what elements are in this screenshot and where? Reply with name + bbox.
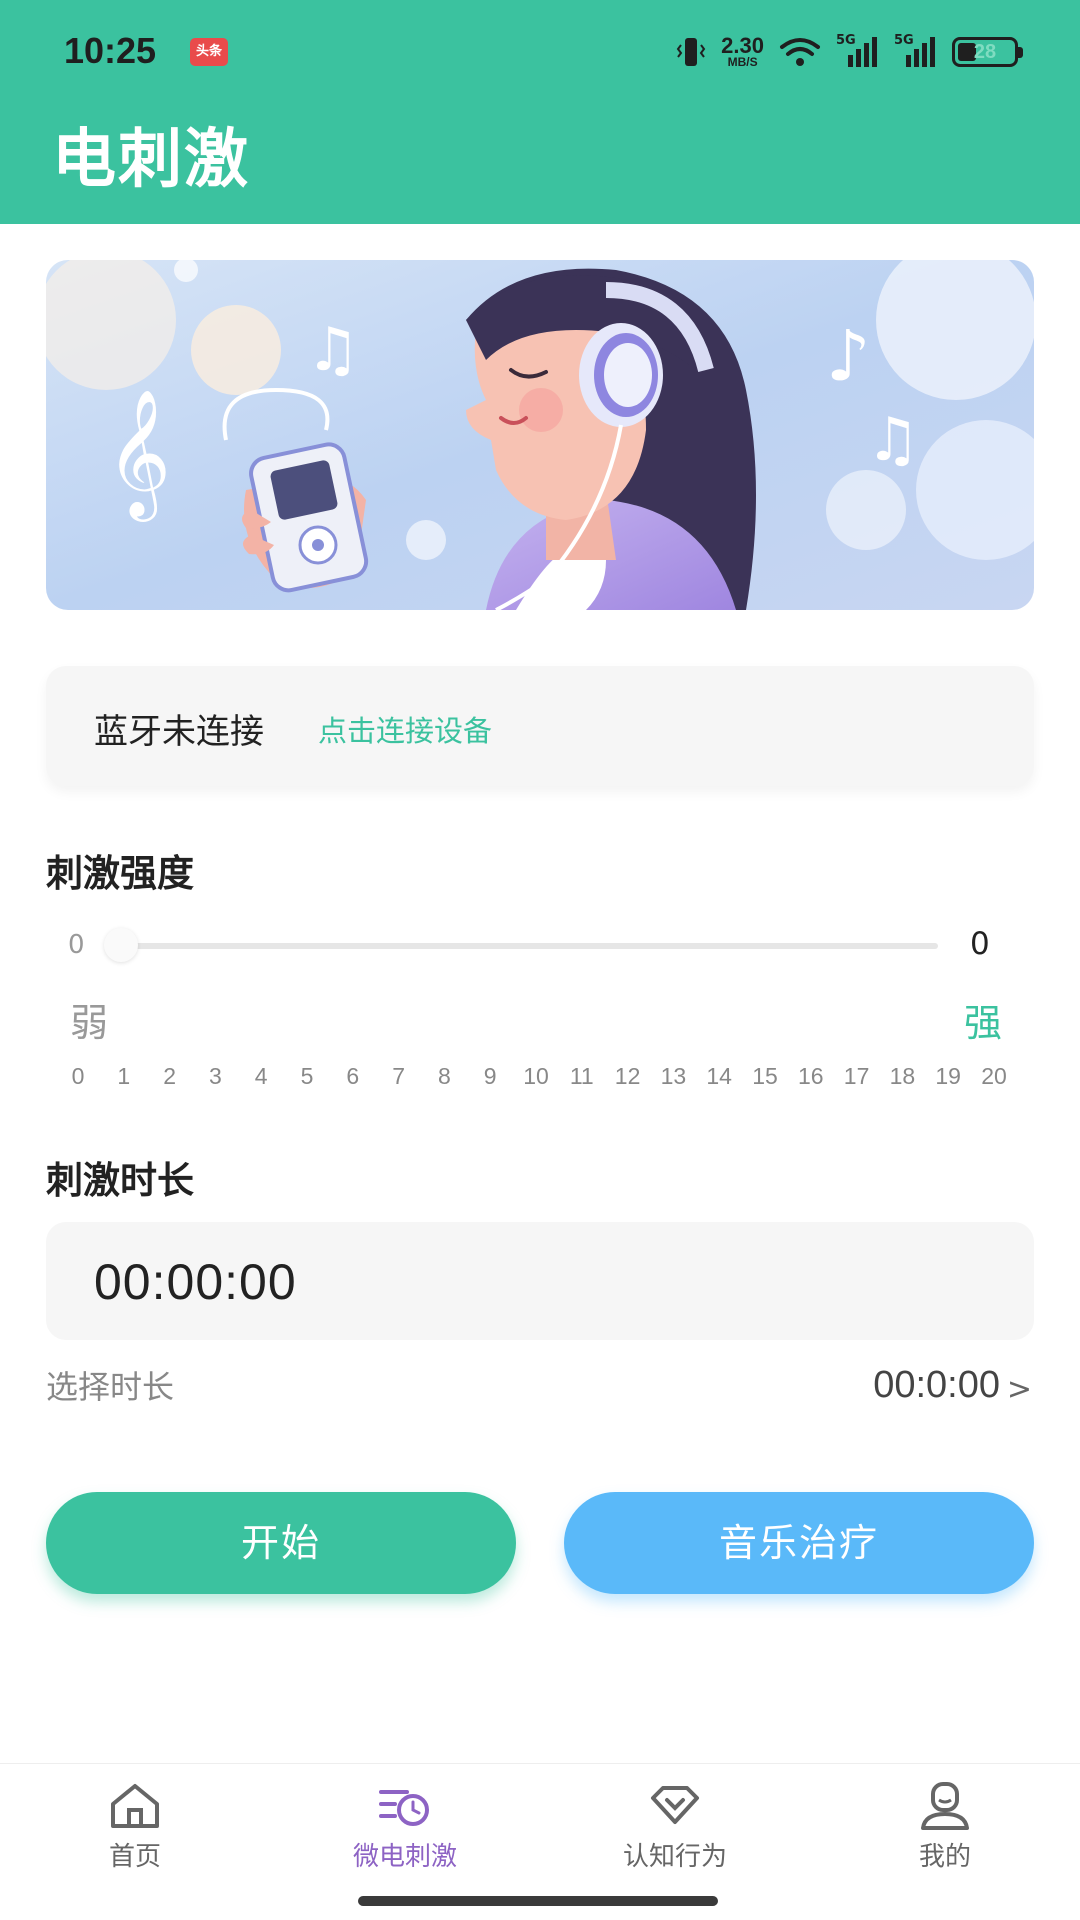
intensity-slider-track[interactable] xyxy=(120,943,938,949)
vibrate-icon xyxy=(676,38,706,66)
scale-tick: 8 xyxy=(437,1063,451,1089)
profile-icon xyxy=(921,1782,969,1830)
scale-tick: 14 xyxy=(706,1063,732,1089)
nav-item-mine[interactable]: 我的 xyxy=(810,1764,1080,1874)
news-app-notification-icon: 头条 xyxy=(190,38,228,66)
nav-item-stimulation[interactable]: 微电刺激 xyxy=(270,1764,540,1874)
nav-label-stimulation: 微电刺激 xyxy=(352,1842,457,1872)
svg-text:♪: ♪ xyxy=(826,315,871,397)
scale-tick: 15 xyxy=(752,1063,778,1089)
scale-tick: 7 xyxy=(392,1063,405,1089)
girl-with-headphones-illustration: ♫ ♪ ♫ 𝄞 xyxy=(46,260,1034,610)
choose-duration-label[interactable]: 选择时长 xyxy=(46,1362,174,1408)
nav-label-home: 首页 xyxy=(108,1842,161,1872)
scale-tick: 20 xyxy=(981,1063,1007,1089)
weak-label: 弱 xyxy=(70,1001,109,1045)
nav-label-cognitive: 认知行为 xyxy=(622,1842,727,1872)
banner-image: ♫ ♪ ♫ 𝄞 xyxy=(46,260,1034,610)
slider-min-label: 0 xyxy=(68,930,85,960)
wifi-icon xyxy=(780,38,820,66)
app-header: 10:25 头条 2.30 MB/S 5G 5G 28 电刺激 xyxy=(0,0,1080,224)
scale-tick: 0 xyxy=(71,1063,85,1089)
scale-tick: 17 xyxy=(843,1063,870,1089)
scale-tick: 13 xyxy=(660,1063,687,1089)
screen: 10:25 头条 2.30 MB/S 5G 5G 28 电刺激 ♫ ♪ ♫ 𝄞 … xyxy=(0,0,1080,1920)
scale-tick: 5 xyxy=(300,1063,314,1089)
scale-tick: 11 xyxy=(569,1063,594,1089)
connect-device-link[interactable]: 点击连接设备 xyxy=(318,708,492,750)
diamond-heart-icon xyxy=(651,1786,699,1824)
network-speed: 2.30 MB/S xyxy=(721,32,764,69)
intensity-current-value: 0 xyxy=(970,926,990,962)
page-title: 电刺激 xyxy=(52,123,250,197)
cellular-signal-1-icon: 5G xyxy=(836,33,880,69)
music-therapy-button[interactable]: 音乐治疗 xyxy=(564,1492,1034,1594)
scale-tick: 4 xyxy=(254,1063,268,1089)
scale-tick: 6 xyxy=(346,1063,360,1089)
start-button[interactable]: 开始 xyxy=(46,1492,516,1594)
chevron-right-icon[interactable]: > xyxy=(1007,1372,1032,1407)
scale-tick: 12 xyxy=(614,1063,641,1089)
nav-label-mine: 我的 xyxy=(918,1842,971,1872)
intensity-slider-thumb[interactable] xyxy=(104,928,138,962)
svg-text:♫: ♫ xyxy=(866,405,920,475)
duration-title: 刺激时长 xyxy=(46,1159,194,1202)
battery-icon: 28 xyxy=(952,37,1023,67)
status-icons: 2.30 MB/S 5G 5G 28 xyxy=(675,32,1023,72)
choose-duration-value[interactable]: 00:0:00 xyxy=(873,1364,1000,1407)
duration-value: 00:00:00 xyxy=(94,1254,297,1310)
stimulation-timer-icon xyxy=(379,1790,429,1826)
scale-tick: 16 xyxy=(798,1063,824,1089)
network-speed-unit: MB/S xyxy=(727,54,758,69)
bluetooth-status: 蓝牙未连接 xyxy=(94,712,264,752)
strong-label: 强 xyxy=(964,1001,1003,1045)
home-indicator[interactable] xyxy=(358,1896,718,1906)
svg-text:♫: ♫ xyxy=(306,315,360,385)
battery-level: 28 xyxy=(973,41,997,63)
scale-tick: 2 xyxy=(163,1063,176,1089)
intensity-title: 刺激强度 xyxy=(46,852,194,895)
network-speed-value: 2.30 xyxy=(721,32,764,58)
scale-tick: 18 xyxy=(889,1063,916,1089)
scale-tick: 3 xyxy=(208,1063,222,1089)
bluetooth-card: 蓝牙未连接 点击连接设备 xyxy=(46,666,1034,786)
nav-item-cognitive[interactable]: 认知行为 xyxy=(540,1764,810,1874)
scale-tick: 1 xyxy=(117,1063,131,1089)
status-bar: 10:25 头条 2.30 MB/S 5G 5G 28 xyxy=(0,0,1080,104)
scale-tick: 10 xyxy=(523,1063,549,1089)
home-icon xyxy=(111,1784,159,1828)
duration-display: 00:00:00 xyxy=(46,1222,1034,1340)
status-time: 10:25 xyxy=(64,30,157,71)
scale-tick: 19 xyxy=(935,1063,961,1089)
svg-text:𝄞: 𝄞 xyxy=(106,388,171,522)
scale-tick: 9 xyxy=(483,1063,497,1089)
cellular-signal-2-icon: 5G xyxy=(894,33,938,69)
nav-item-home[interactable]: 首页 xyxy=(0,1764,270,1874)
